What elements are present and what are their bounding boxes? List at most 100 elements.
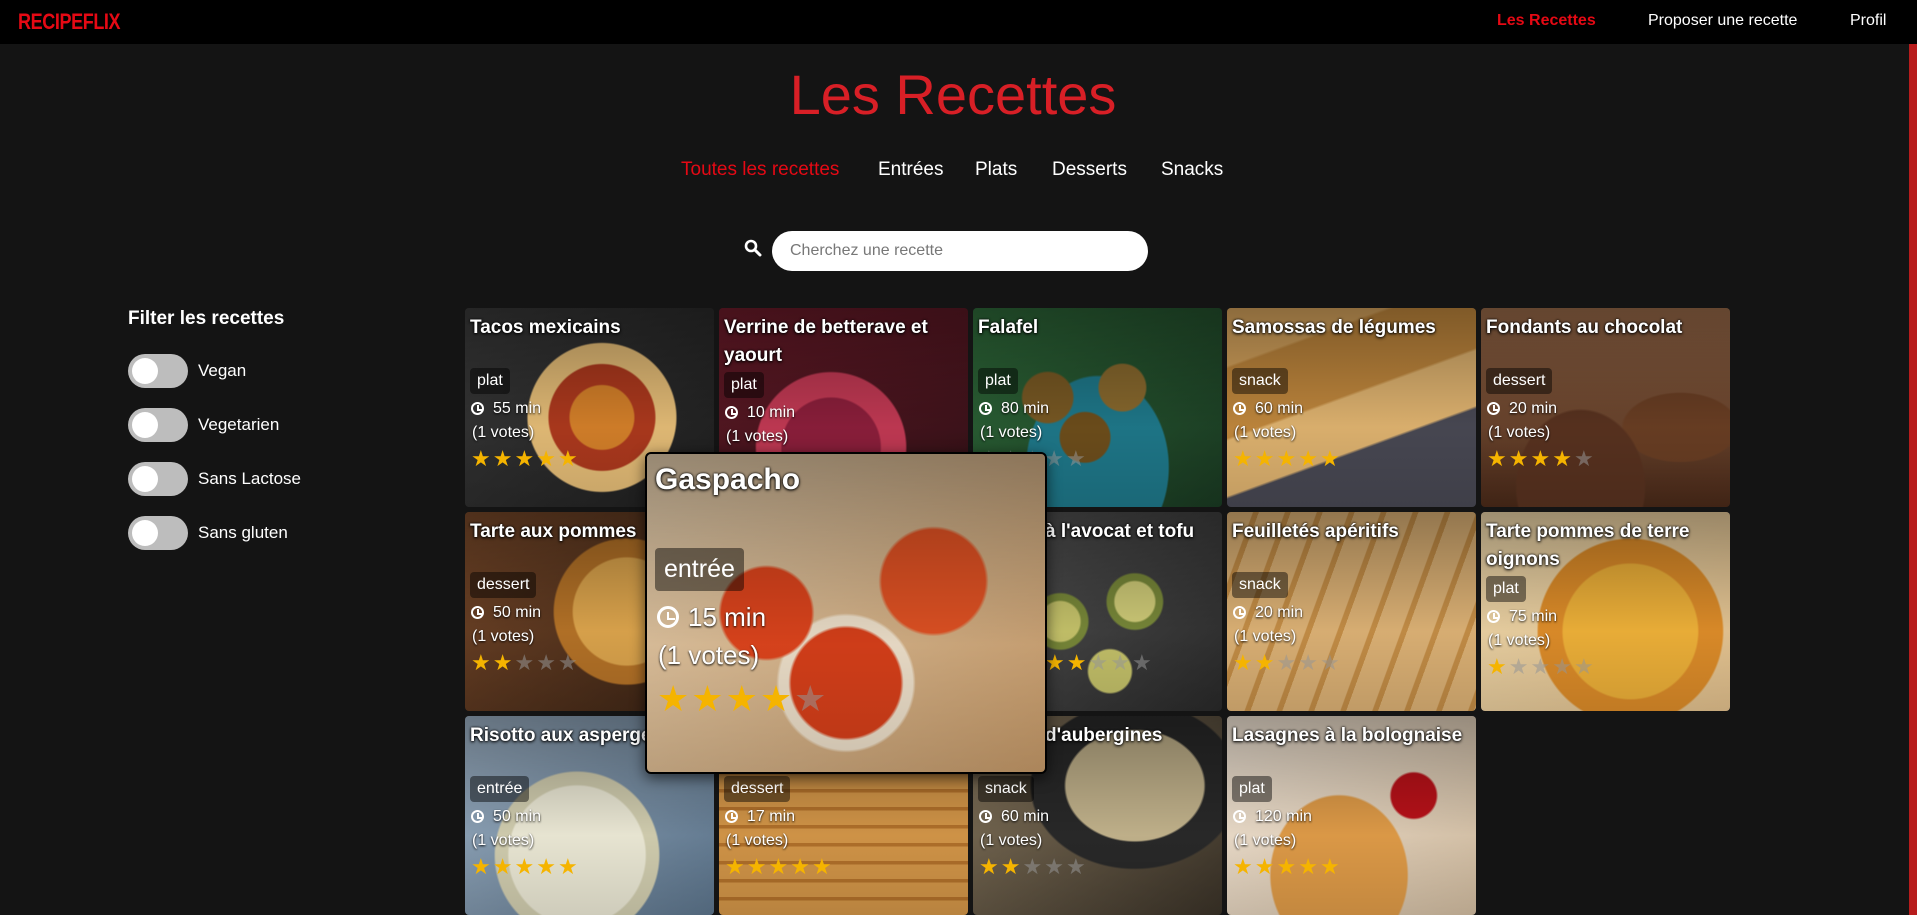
star-icon[interactable]: ★ (979, 855, 1001, 880)
rating-stars[interactable]: ★★★★★ (471, 448, 580, 472)
star-icon[interactable]: ★ (1067, 651, 1089, 676)
star-icon[interactable]: ★ (1255, 855, 1277, 880)
star-icon[interactable]: ★ (1276, 447, 1298, 472)
rating-stars[interactable]: ★★★★★ (1487, 656, 1596, 680)
star-icon[interactable]: ★ (493, 651, 515, 676)
recipe-card[interactable]: Samossas de légumes snack 60 min (1 vote… (1227, 308, 1476, 507)
star-icon[interactable]: ★ (1320, 651, 1342, 676)
search-icon[interactable] (744, 239, 762, 257)
star-icon[interactable]: ★ (1320, 855, 1342, 880)
star-icon[interactable]: ★ (1066, 855, 1088, 880)
recipe-card[interactable]: Tarte pommes de terre oignons plat 75 mi… (1481, 512, 1730, 711)
star-icon[interactable]: ★ (1509, 655, 1531, 680)
star-icon[interactable]: ★ (471, 447, 493, 472)
star-icon[interactable]: ★ (657, 679, 691, 720)
star-icon[interactable]: ★ (558, 447, 580, 472)
star-icon[interactable]: ★ (536, 855, 558, 880)
star-icon[interactable]: ★ (514, 447, 536, 472)
rating-stars[interactable]: ★★★★★ (471, 856, 580, 880)
star-icon[interactable]: ★ (471, 855, 493, 880)
star-icon[interactable]: ★ (1066, 447, 1088, 472)
brand-logo[interactable]: RECIPEFLIX (18, 9, 121, 35)
rating-stars[interactable]: ★★★★★ (1233, 856, 1342, 880)
star-icon[interactable]: ★ (1276, 651, 1298, 676)
star-icon[interactable]: ★ (1255, 447, 1277, 472)
star-icon[interactable]: ★ (558, 855, 580, 880)
recipe-card-featured[interactable]: Gaspacho entrée 15 min (1 votes) ★★★★★ (645, 452, 1047, 774)
nav-link-propose-recipe[interactable]: Proposer une recette (1648, 12, 1797, 30)
star-icon[interactable]: ★ (725, 855, 747, 880)
star-icon[interactable]: ★ (536, 651, 558, 676)
star-icon[interactable]: ★ (812, 855, 834, 880)
star-icon[interactable]: ★ (1298, 855, 1320, 880)
sans-gluten-toggle[interactable] (128, 516, 188, 550)
tab-all-recipes[interactable]: Toutes les recettes (681, 159, 839, 181)
star-icon[interactable]: ★ (1045, 651, 1067, 676)
star-icon[interactable]: ★ (1088, 651, 1110, 676)
rating-stars[interactable]: ★★★★★ (1233, 448, 1342, 472)
star-icon[interactable]: ★ (1487, 447, 1509, 472)
votes-count: (1 votes) (658, 640, 760, 670)
star-icon[interactable]: ★ (493, 447, 515, 472)
star-icon[interactable]: ★ (691, 679, 725, 720)
star-icon[interactable]: ★ (1509, 447, 1531, 472)
star-icon[interactable]: ★ (558, 651, 580, 676)
star-icon[interactable]: ★ (1530, 655, 1552, 680)
rating-stars[interactable]: ★★★★★ (657, 680, 828, 720)
vegan-toggle[interactable] (128, 354, 188, 388)
rating-stars[interactable]: ★★★★★ (1045, 652, 1154, 676)
star-icon[interactable]: ★ (1255, 651, 1277, 676)
rating-stars[interactable]: ★★★★★ (471, 652, 580, 676)
star-icon[interactable]: ★ (1552, 447, 1574, 472)
star-icon[interactable]: ★ (514, 855, 536, 880)
star-icon[interactable]: ★ (726, 679, 760, 720)
recipe-title: Tarte pommes de terre oignons (1486, 521, 1690, 570)
star-icon[interactable]: ★ (1552, 655, 1574, 680)
star-icon[interactable]: ★ (1487, 655, 1509, 680)
star-icon[interactable]: ★ (1530, 447, 1552, 472)
star-icon[interactable]: ★ (1132, 651, 1154, 676)
rating-stars[interactable]: ★★★★★ (1233, 652, 1342, 676)
star-icon[interactable]: ★ (1001, 855, 1023, 880)
star-icon[interactable]: ★ (760, 679, 794, 720)
star-icon[interactable]: ★ (1298, 447, 1320, 472)
star-icon[interactable]: ★ (1298, 651, 1320, 676)
nav-link-profile[interactable]: Profil (1850, 12, 1886, 30)
rating-stars[interactable]: ★★★★★ (1487, 448, 1596, 472)
tab-entrees[interactable]: Entrées (878, 159, 943, 181)
star-icon[interactable]: ★ (768, 855, 790, 880)
star-icon[interactable]: ★ (1022, 855, 1044, 880)
star-icon[interactable]: ★ (493, 855, 515, 880)
star-icon[interactable]: ★ (536, 447, 558, 472)
star-icon[interactable]: ★ (1574, 655, 1596, 680)
tab-snacks[interactable]: Snacks (1161, 159, 1223, 181)
sans-lactose-toggle[interactable] (128, 462, 188, 496)
star-icon[interactable]: ★ (794, 679, 828, 720)
star-icon[interactable]: ★ (514, 651, 536, 676)
rating-stars[interactable]: ★★★★★ (979, 856, 1088, 880)
nav-link-recipes[interactable]: Les Recettes (1497, 12, 1596, 30)
vegetarien-toggle[interactable] (128, 408, 188, 442)
star-icon[interactable]: ★ (1233, 855, 1255, 880)
tab-desserts[interactable]: Desserts (1052, 159, 1127, 181)
search-input[interactable] (772, 231, 1148, 271)
recipe-title: Fondants au chocolat (1486, 317, 1683, 338)
star-icon[interactable]: ★ (747, 855, 769, 880)
star-icon[interactable]: ★ (1320, 447, 1342, 472)
star-icon[interactable]: ★ (1233, 651, 1255, 676)
clock-icon (1487, 402, 1500, 415)
recipe-card[interactable]: Lasagnes à la bolognaise plat 120 min (1… (1227, 716, 1476, 915)
star-icon[interactable]: ★ (1110, 651, 1132, 676)
star-icon[interactable]: ★ (1233, 447, 1255, 472)
rating-stars[interactable]: ★★★★★ (725, 856, 834, 880)
star-icon[interactable]: ★ (1044, 447, 1066, 472)
recipe-card[interactable]: Feuilletés apéritifs snack 20 min (1 vot… (1227, 512, 1476, 711)
page-scrollbar[interactable] (1909, 44, 1917, 915)
star-icon[interactable]: ★ (1044, 855, 1066, 880)
tab-plats[interactable]: Plats (975, 159, 1017, 181)
recipe-card[interactable]: Fondants au chocolat dessert 20 min (1 v… (1481, 308, 1730, 507)
star-icon[interactable]: ★ (790, 855, 812, 880)
star-icon[interactable]: ★ (1276, 855, 1298, 880)
star-icon[interactable]: ★ (1574, 447, 1596, 472)
star-icon[interactable]: ★ (471, 651, 493, 676)
